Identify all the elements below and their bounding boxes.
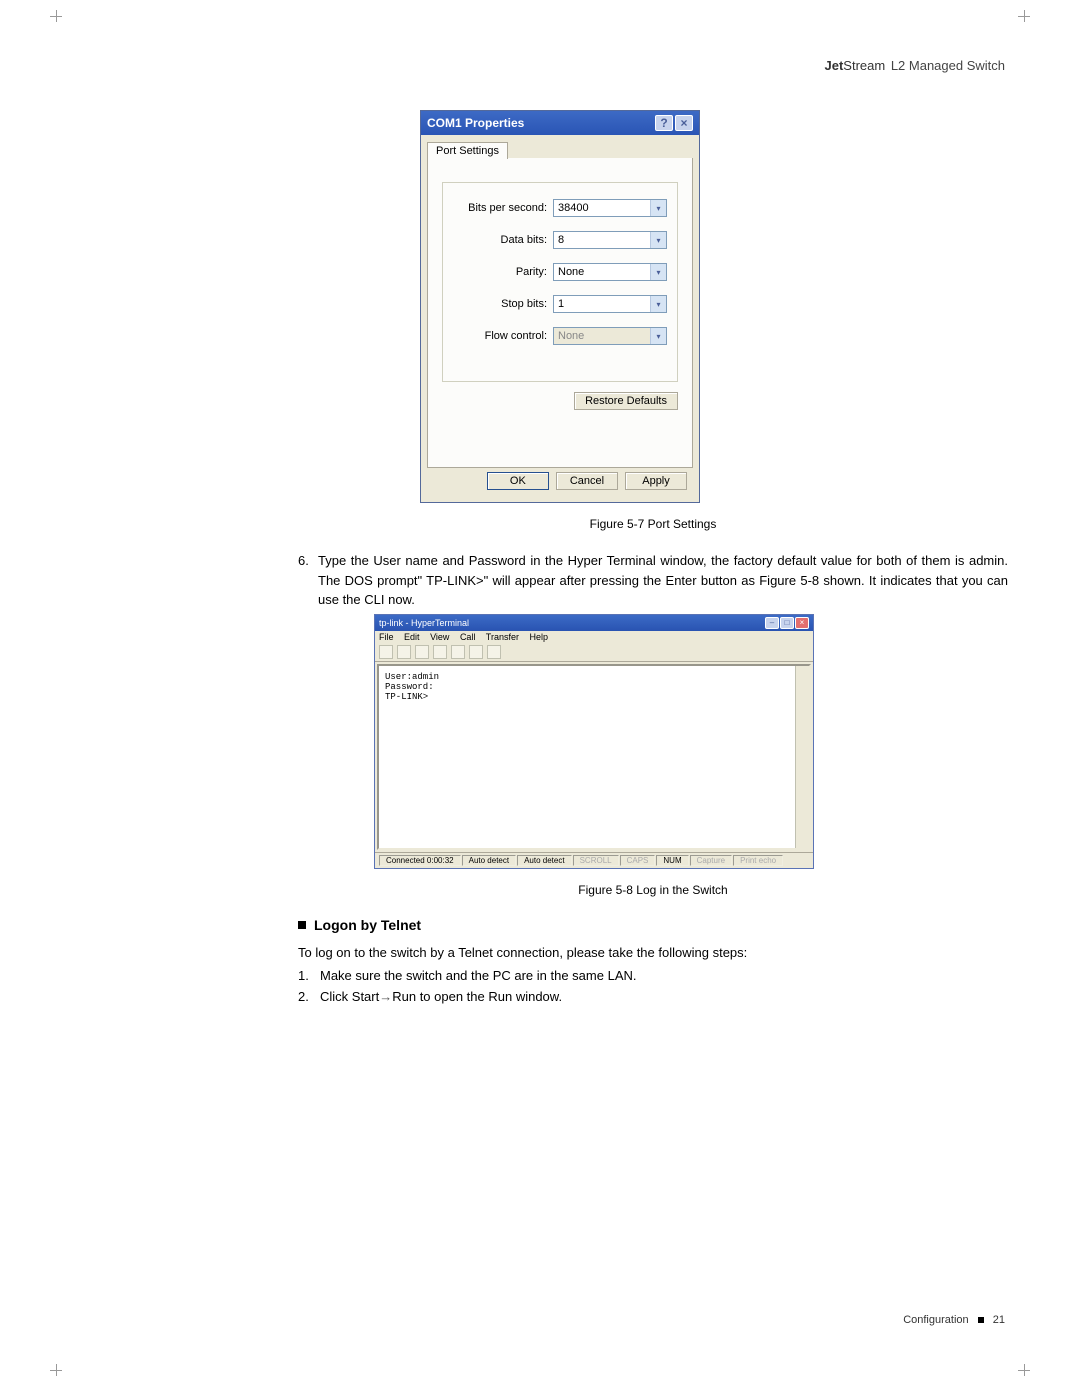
page-footer: Configuration 21	[903, 1314, 1005, 1326]
close-icon[interactable]: ×	[795, 617, 809, 629]
menu-edit[interactable]: Edit	[404, 632, 420, 642]
brand-prefix: Jet	[824, 58, 843, 73]
receive-icon[interactable]	[469, 645, 483, 659]
hyper-title: tp-link - HyperTerminal	[379, 618, 764, 628]
status-num: NUM	[656, 855, 688, 866]
menu-transfer[interactable]: Transfer	[486, 632, 519, 642]
crop-mark	[50, 1364, 62, 1376]
chevron-down-icon[interactable]: ▾	[650, 232, 666, 248]
hyper-titlebar: tp-link - HyperTerminal – □ ×	[375, 615, 813, 631]
dialog-title: COM1 Properties	[427, 116, 524, 130]
crop-mark	[1018, 1364, 1030, 1376]
arrow-icon: →	[379, 989, 392, 1004]
status-detect2: Auto detect	[517, 855, 571, 866]
terminal-area[interactable]: User:admin Password: TP-LINK>	[377, 664, 811, 850]
apply-button[interactable]: Apply	[625, 472, 687, 490]
bullet-icon	[298, 921, 306, 929]
figure-caption-5-7: Figure 5-7 Port Settings	[298, 517, 1008, 531]
telnet-intro: To log on to the switch by a Telnet conn…	[298, 943, 1008, 963]
flow-select[interactable]: None ▾	[553, 327, 667, 345]
parity-select[interactable]: None ▾	[553, 263, 667, 281]
status-echo: Print echo	[733, 855, 783, 866]
menu-help[interactable]: Help	[530, 632, 549, 642]
term-line: Password:	[385, 682, 803, 692]
databits-select[interactable]: 8 ▾	[553, 231, 667, 249]
term-line: TP-LINK>	[385, 692, 803, 702]
brand-suffix: Stream	[843, 58, 885, 73]
status-capture: Capture	[690, 855, 732, 866]
stopbits-label: Stop bits:	[453, 298, 553, 310]
call-icon[interactable]	[415, 645, 429, 659]
step-6: 6. Type the User name and Password in th…	[298, 551, 1008, 610]
dialog-titlebar: COM1 Properties ? ×	[421, 111, 699, 135]
hyper-menubar: File Edit View Call Transfer Help	[375, 631, 813, 643]
maximize-icon[interactable]: □	[780, 617, 794, 629]
chevron-down-icon[interactable]: ▾	[650, 328, 666, 344]
page-number: 21	[993, 1314, 1005, 1326]
stopbits-select[interactable]: 1 ▾	[553, 295, 667, 313]
properties-icon[interactable]	[487, 645, 501, 659]
tab-port-settings[interactable]: Port Settings	[427, 142, 508, 159]
status-detect1: Auto detect	[462, 855, 516, 866]
restore-defaults-button[interactable]: Restore Defaults	[574, 392, 678, 410]
scrollbar[interactable]	[795, 666, 809, 848]
crop-mark	[50, 10, 62, 22]
bps-label: Bits per second:	[453, 202, 553, 214]
new-icon[interactable]	[379, 645, 393, 659]
footer-section: Configuration	[903, 1314, 968, 1326]
send-icon[interactable]	[451, 645, 465, 659]
open-icon[interactable]	[397, 645, 411, 659]
parity-label: Parity:	[453, 266, 553, 278]
telnet-step: 1. Make sure the switch and the PC are i…	[298, 968, 1008, 983]
product-name: L2 Managed Switch	[891, 58, 1005, 73]
term-line: User:admin	[385, 672, 803, 682]
menu-file[interactable]: File	[379, 632, 394, 642]
hyper-toolbar	[375, 643, 813, 662]
disconnect-icon[interactable]	[433, 645, 447, 659]
cancel-button[interactable]: Cancel	[556, 472, 618, 490]
menu-call[interactable]: Call	[460, 632, 476, 642]
header-brand: JetStream L2 Managed Switch	[824, 58, 1005, 73]
status-caps: CAPS	[620, 855, 656, 866]
chevron-down-icon[interactable]: ▾	[650, 264, 666, 280]
telnet-step: 2. Click Start→Run to open the Run windo…	[298, 989, 1008, 1004]
crop-mark	[1018, 10, 1030, 22]
section-title: Logon by Telnet	[314, 917, 421, 933]
chevron-down-icon[interactable]: ▾	[650, 296, 666, 312]
menu-view[interactable]: View	[430, 632, 449, 642]
close-icon[interactable]: ×	[675, 115, 693, 131]
databits-label: Data bits:	[453, 234, 553, 246]
help-icon[interactable]: ?	[655, 115, 673, 131]
figure-caption-5-8: Figure 5-8 Log in the Switch	[298, 883, 1008, 897]
bps-select[interactable]: 38400 ▾	[553, 199, 667, 217]
status-scroll: SCROLL	[573, 855, 619, 866]
status-connected: Connected 0:00:32	[379, 855, 461, 866]
com1-properties-dialog: COM1 Properties ? × Port Settings Bits p…	[420, 110, 700, 503]
hyper-statusbar: Connected 0:00:32 Auto detect Auto detec…	[375, 852, 813, 868]
ok-button[interactable]: OK	[487, 472, 549, 490]
bullet-icon	[978, 1317, 984, 1323]
hyperterminal-window: tp-link - HyperTerminal – □ × File Edit …	[374, 614, 814, 869]
chevron-down-icon[interactable]: ▾	[650, 200, 666, 216]
flow-label: Flow control:	[453, 330, 553, 342]
section-heading: Logon by Telnet	[298, 917, 1008, 933]
minimize-icon[interactable]: –	[765, 617, 779, 629]
